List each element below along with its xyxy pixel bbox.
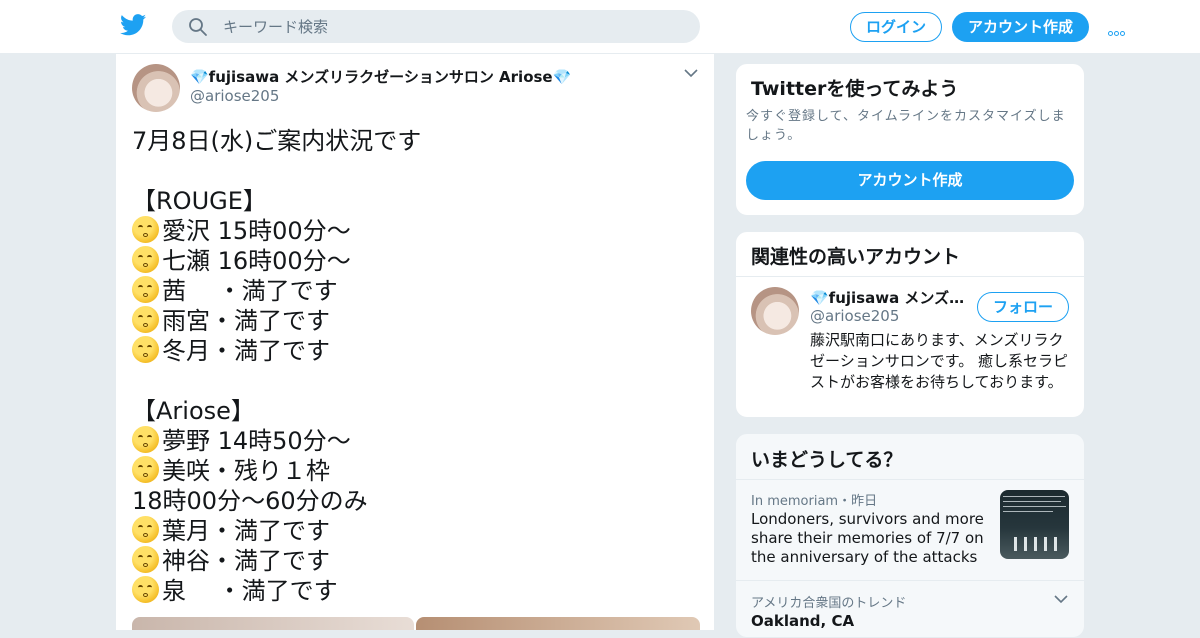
kissing-face-icon [132, 306, 159, 333]
trends-card: いまどうしてる？ In memoriam・昨日 Londoners, survi… [735, 433, 1085, 638]
tweet-line: 雨宮・満了です [132, 306, 702, 336]
related-accounts-card: 関連性の高いアカウント 💎fujisawa メンズリラクゼーションサロン Ari… [735, 231, 1085, 418]
tweet-line-text: 冬月・満了です [162, 337, 330, 365]
chevron-down-icon[interactable] [684, 68, 698, 78]
tweet-line: 茜 ・満了です [132, 276, 702, 306]
tweet-line [132, 366, 702, 396]
related-card-title: 関連性の高いアカウント [751, 246, 961, 268]
tweet-line-text: 七瀬 16時00分～ [162, 247, 351, 275]
tweet-line-text: 18時00分～60分のみ [132, 487, 368, 515]
tweet-photo[interactable] [132, 617, 414, 630]
avatar[interactable] [132, 64, 180, 112]
kissing-face-icon [132, 546, 159, 573]
twitter-bird-icon[interactable] [120, 14, 146, 36]
tweet-line: 美咲・残り１枠 [132, 456, 702, 486]
tweet-line-text: 泉 ・満了です [162, 577, 338, 605]
search-box[interactable]: キーワード検索 [172, 10, 700, 43]
trend-location[interactable]: Oakland, CA [751, 612, 854, 630]
tweet-line-text: 雨宮・満了です [162, 307, 330, 335]
avatar[interactable] [751, 287, 799, 335]
tweet-text: 7月8日(水)ご案内状況です 【ROUGE】 愛沢 15時00分～ 七瀬 16時00分… [132, 126, 702, 606]
kissing-face-icon [132, 216, 159, 243]
search-icon [189, 18, 207, 36]
signup-card-title: Twitterを使ってみよう [751, 78, 959, 100]
tweet-line [132, 156, 702, 186]
follow-button[interactable]: フォロー [977, 292, 1069, 322]
trend-meta: アメリカ合衆国のトレンド [751, 596, 907, 611]
tweet-line-text: 7月8日(水)ご案内状況です [132, 127, 422, 155]
kissing-face-icon [132, 246, 159, 273]
kissing-face-icon [132, 576, 159, 603]
signup-card: Twitterを使ってみよう 今すぐ登録して、タイムラインをカスタマイズしましょ… [735, 63, 1085, 216]
related-account-handle[interactable]: @ariose205 [810, 307, 899, 325]
divider [736, 580, 1084, 581]
top-bar: キーワード検索 ログイン アカウント作成 [0, 0, 1200, 54]
tweet-line: 【Ariose】 [132, 396, 702, 426]
trends-card-title: いまどうしてる？ [751, 449, 903, 471]
tweet-line-text: 茜 ・満了です [162, 277, 338, 305]
tweet-line-text: 愛沢 15時00分～ [162, 217, 351, 245]
divider [736, 479, 1084, 480]
tweet-line: 愛沢 15時00分～ [132, 216, 702, 246]
signup-button[interactable]: アカウント作成 [952, 12, 1089, 42]
tweet-line-text: 【ROUGE】 [132, 187, 267, 215]
tweet-line: 【ROUGE】 [132, 186, 702, 216]
search-input[interactable]: キーワード検索 [223, 17, 328, 37]
tweet-line: 神谷・満了です [132, 546, 702, 576]
story-thumbnail[interactable] [1000, 490, 1069, 559]
kissing-face-icon [132, 516, 159, 543]
tweet-line-text: 【Ariose】 [132, 397, 255, 425]
story-title[interactable]: Londoners, survivors and more share thei… [751, 510, 991, 567]
login-button[interactable]: ログイン [850, 12, 942, 42]
tweet-handle[interactable]: @ariose205 [190, 87, 279, 105]
related-account-name[interactable]: 💎fujisawa メンズリラクゼーションサロン Ariose💎 [810, 287, 970, 308]
signup-card-description: 今すぐ登録して、タイムラインをカスタマイズしましょう。 [746, 109, 1066, 143]
tweet-photo[interactable] [416, 617, 700, 630]
kissing-face-icon [132, 426, 159, 453]
kissing-face-icon [132, 456, 159, 483]
kissing-face-icon [132, 336, 159, 363]
related-account-bio: 藤沢駅南口にあります、メンズリラクゼーションサロンです。 癒し系セラピストがお客… [810, 331, 1068, 391]
tweet-line-text: 夢野 14時50分～ [162, 427, 351, 455]
chevron-down-icon[interactable] [1054, 594, 1068, 604]
tweet-line-text: 葉月・満了です [162, 517, 330, 545]
tweet-line: 葉月・満了です [132, 516, 702, 546]
signup-card-button[interactable]: アカウント作成 [746, 161, 1074, 200]
tweet-line: 冬月・満了です [132, 336, 702, 366]
divider [736, 276, 1084, 277]
tweet-line-text: 美咲・残り１枠 [162, 457, 330, 485]
more-icon[interactable] [1108, 21, 1130, 36]
tweet-card: 💎fujisawa メンズリラクゼーションサロン Ariose💎 @ariose… [115, 54, 715, 630]
tweet-line-text: 神谷・満了です [162, 547, 330, 575]
tweet-line: 七瀬 16時00分～ [132, 246, 702, 276]
tweet-line: 18時00分～60分のみ [132, 486, 702, 516]
tweet-display-name[interactable]: 💎fujisawa メンズリラクゼーションサロン Ariose💎 [190, 66, 571, 87]
tweet-line: 夢野 14時50分～ [132, 426, 702, 456]
tweet-line: 7月8日(水)ご案内状況です [132, 126, 702, 156]
story-meta: In memoriam・昨日 [751, 494, 878, 509]
tweet-line: 泉 ・満了です [132, 576, 702, 606]
kissing-face-icon [132, 276, 159, 303]
